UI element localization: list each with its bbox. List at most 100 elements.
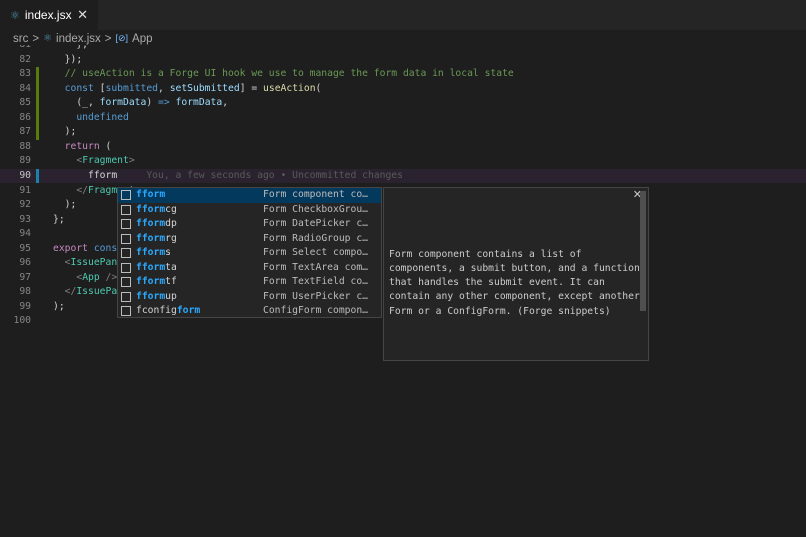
suggestion-detail: ConfigForm compon… — [263, 305, 368, 316]
code-text: ); — [53, 198, 77, 213]
chevron-right-icon: > — [104, 32, 112, 45]
suggestion-detail: Form component co… — [263, 189, 368, 200]
code-token: , — [158, 82, 170, 94]
code-line[interactable]: 90 fform You, a few seconds ago • Uncomm… — [0, 168, 806, 184]
suggestion-label: fform — [136, 188, 263, 203]
code-token: ( — [315, 82, 322, 94]
suggestion-match: fform — [136, 218, 166, 229]
suggestion-rest: dp — [165, 218, 177, 229]
code-line[interactable]: 82 }); — [0, 53, 806, 68]
code-token: fform — [53, 169, 118, 181]
line-number: 87 — [19, 126, 31, 138]
code-token: ); — [53, 300, 65, 312]
suggestion-match: fform — [136, 290, 166, 302]
code-line[interactable]: 87 ); — [0, 125, 806, 140]
suggestion-rest: s — [165, 247, 172, 258]
code-text: ); — [53, 125, 77, 140]
close-icon[interactable]: ✕ — [77, 7, 88, 23]
line-number: 91 — [19, 184, 31, 196]
code-line[interactable]: 89 <Fragment> — [0, 154, 806, 169]
code-token: > — [128, 155, 135, 167]
suggestion-detail: Form Select compo… — [263, 247, 368, 258]
suggestion-rest: tf — [165, 276, 177, 287]
code-text: fform You, a few seconds ago • Uncommitt… — [53, 169, 403, 184]
code-text: }; — [53, 45, 88, 53]
suggestion-detail: Form CheckboxGrou… — [263, 203, 368, 215]
suggestion-widget: fform Form component co… fform cg Form Check… — [117, 187, 382, 318]
code-token: /> — [99, 271, 118, 283]
suggestion-item[interactable]: fformtf Form TextField co… — [118, 275, 381, 290]
code-token: </ — [76, 184, 89, 196]
suggestion-item[interactable]: fformrg Form RadioGroup c… — [118, 232, 381, 247]
suggestion-rest: ta — [165, 261, 177, 273]
suggestion-item[interactable]: fformdp Form DatePicker c… — [118, 217, 381, 232]
code-token: Fragment — [82, 155, 129, 167]
breadcrumb-folder[interactable]: src — [13, 33, 28, 45]
code-line[interactable]: 85 (_, formData) => formData, — [0, 96, 806, 111]
suggestion-detail: Form DatePicker c… — [263, 218, 368, 229]
line-number: 98 — [19, 286, 31, 298]
code-text: (_, formData) => formData, — [53, 96, 228, 111]
code-line[interactable]: 84 const [submitted, setSubmitted] = use… — [0, 81, 806, 97]
breadcrumb-symbol[interactable]: App — [132, 33, 152, 45]
code-text: export const — [53, 242, 123, 257]
code-text: // useAction is a Forge UI hook we use t… — [53, 67, 514, 82]
line-number: 84 — [19, 82, 31, 94]
suggestion-prefix: fconfig — [136, 305, 177, 316]
snippet-icon — [121, 306, 131, 317]
code-token: ( — [99, 140, 112, 152]
suggestion-rest: rg — [165, 232, 177, 244]
code-token: App — [82, 271, 100, 283]
code-text: }); — [53, 53, 83, 68]
line-number: 89 — [19, 155, 31, 167]
line-number: 96 — [19, 257, 31, 269]
snippet-icon — [121, 248, 131, 259]
suggestion-item[interactable]: fforms Form Select compo… — [118, 246, 381, 261]
breadcrumb-file[interactable]: index.jsx — [56, 33, 101, 45]
suggestion-item[interactable]: fformup Form UserPicker c… — [118, 290, 381, 305]
code-line[interactable]: 83 // useAction is a Forge UI hook we us… — [0, 67, 806, 82]
snippet-icon — [121, 262, 131, 273]
line-number: 97 — [19, 271, 31, 283]
suggestion-match: fform — [136, 276, 166, 287]
suggestion-item[interactable]: fformcg Form CheckboxGrou… — [118, 203, 381, 218]
suggestion-label: fformta — [136, 261, 263, 276]
suggestion-match: fform — [136, 261, 166, 273]
suggestion-label: fformdp — [136, 217, 263, 232]
code-token: </ — [64, 286, 77, 298]
code-line[interactable]: 86 undefined — [0, 110, 806, 126]
suggestion-match: form — [176, 305, 201, 316]
code-token: setSubmitted — [169, 82, 240, 94]
git-blame-annotation: You, a few seconds ago • Uncommitted cha… — [117, 169, 403, 181]
suggestion-item[interactable]: fconfigform ConfigForm compon… — [118, 304, 381, 319]
variable-symbol-icon: [⊘] — [115, 33, 129, 43]
snippet-icon — [121, 291, 131, 302]
suggestion-label: fformup — [136, 290, 263, 305]
code-token: }; — [53, 213, 65, 225]
code-token: [ — [93, 82, 106, 94]
line-number: 81 — [0, 45, 31, 53]
suggestion-rest: cg — [165, 203, 177, 215]
code-text: <App /> — [53, 271, 117, 286]
suggestion-item[interactable]: fformta Form TextArea com… — [118, 261, 381, 276]
git-modified-marker — [36, 168, 39, 184]
tab-title: index.jsx — [24, 8, 72, 22]
code-token: ); — [53, 126, 77, 138]
code-line[interactable]: 81 }; — [0, 45, 806, 53]
scrollbar[interactable] — [640, 191, 646, 311]
line-number: 90 — [19, 169, 31, 181]
tab-bar: ⚛ index.jsx ✕ — [0, 0, 806, 30]
tab-index-jsx[interactable]: ⚛ index.jsx ✕ — [0, 0, 98, 30]
git-added-marker — [36, 96, 39, 111]
suggestion-match: fform — [136, 189, 166, 200]
suggestion-item[interactable]: fform Form component co… — [118, 188, 381, 203]
line-number: 92 — [19, 199, 31, 211]
suggestion-match: fform — [136, 247, 166, 258]
code-token: ] = — [239, 82, 264, 94]
line-number: 100 — [13, 315, 32, 327]
code-line[interactable]: 88 return ( — [0, 140, 806, 155]
